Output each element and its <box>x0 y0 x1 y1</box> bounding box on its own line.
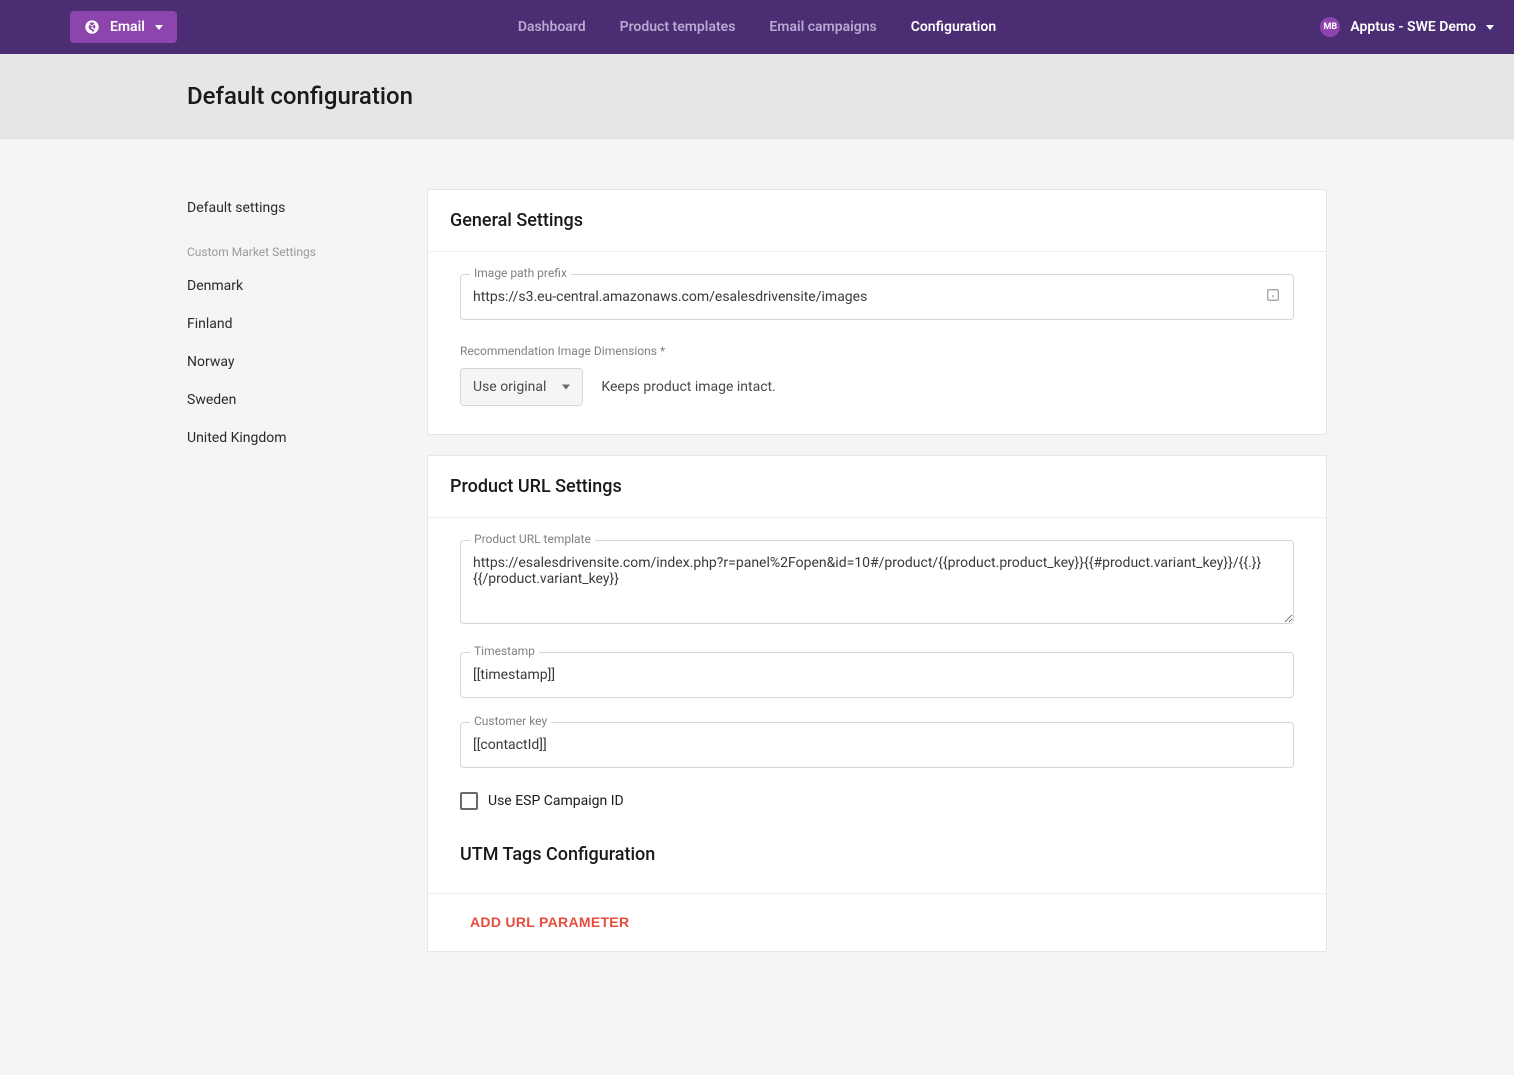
image-path-prefix-input[interactable] <box>460 274 1294 320</box>
utm-footer: ADD URL PARAMETER <box>428 893 1326 951</box>
rec-dim-help: Keeps product image intact. <box>601 379 775 395</box>
caret-down-icon <box>562 385 570 390</box>
avatar: MB <box>1320 17 1340 37</box>
sidebar-item-finland[interactable]: Finland <box>187 305 387 343</box>
topbar: Email Dashboard Product templates Email … <box>0 0 1514 54</box>
general-settings-card: General Settings Image path prefix Recom… <box>427 189 1327 435</box>
image-path-prefix-field: Image path prefix <box>460 274 1294 320</box>
product-url-template-field: Product URL template <box>460 540 1294 628</box>
sidebar-item-default-settings[interactable]: Default settings <box>187 189 387 227</box>
rec-dim-row: Use original Keeps product image intact. <box>460 368 1294 406</box>
use-esp-row: Use ESP Campaign ID <box>460 792 1294 810</box>
rec-dim-label: Recommendation Image Dimensions * <box>460 344 1294 358</box>
product-url-title: Product URL Settings <box>428 456 1326 518</box>
brand-logo-icon <box>84 19 100 35</box>
sidebar-item-sweden[interactable]: Sweden <box>187 381 387 419</box>
nav-dashboard[interactable]: Dashboard <box>518 19 586 35</box>
timestamp-label: Timestamp <box>470 644 539 658</box>
customer-key-field: Customer key <box>460 722 1294 768</box>
utm-title: UTM Tags Configuration <box>460 844 1294 865</box>
nav-configuration[interactable]: Configuration <box>911 19 996 35</box>
product-url-template-label: Product URL template <box>470 532 595 546</box>
nav-product-templates[interactable]: Product templates <box>620 19 736 35</box>
info-icon[interactable] <box>1266 288 1280 306</box>
user-name: Apptus - SWE Demo <box>1350 19 1476 35</box>
timestamp-field: Timestamp <box>460 652 1294 698</box>
image-path-prefix-label: Image path prefix <box>470 266 571 280</box>
user-menu[interactable]: MB Apptus - SWE Demo <box>1320 17 1494 37</box>
sidebar-item-united-kingdom[interactable]: United Kingdom <box>187 419 387 457</box>
sidebar-item-norway[interactable]: Norway <box>187 343 387 381</box>
product-url-template-input[interactable] <box>460 540 1294 624</box>
customer-key-input[interactable] <box>460 722 1294 768</box>
rec-dim-value: Use original <box>473 379 546 395</box>
sidebar-group-label: Custom Market Settings <box>187 227 387 267</box>
brand-dropdown[interactable]: Email <box>70 11 177 43</box>
main-nav: Dashboard Product templates Email campai… <box>518 19 996 35</box>
use-esp-label: Use ESP Campaign ID <box>488 793 624 809</box>
general-settings-title: General Settings <box>428 190 1326 252</box>
use-esp-checkbox[interactable] <box>460 792 478 810</box>
sidebar-item-denmark[interactable]: Denmark <box>187 267 387 305</box>
page-title: Default configuration <box>187 82 1327 110</box>
caret-down-icon <box>1486 25 1494 30</box>
content: Default settings Custom Market Settings … <box>172 189 1342 972</box>
page-header: Default configuration <box>0 54 1514 139</box>
timestamp-input[interactable] <box>460 652 1294 698</box>
caret-down-icon <box>155 25 163 30</box>
customer-key-label: Customer key <box>470 714 551 728</box>
nav-email-campaigns[interactable]: Email campaigns <box>769 19 876 35</box>
sidebar: Default settings Custom Market Settings … <box>187 189 387 972</box>
rec-dim-select[interactable]: Use original <box>460 368 583 406</box>
product-url-card: Product URL Settings Product URL templat… <box>427 455 1327 952</box>
brand-label: Email <box>110 19 145 35</box>
main: General Settings Image path prefix Recom… <box>427 189 1327 972</box>
add-url-parameter-button[interactable]: ADD URL PARAMETER <box>450 914 649 930</box>
